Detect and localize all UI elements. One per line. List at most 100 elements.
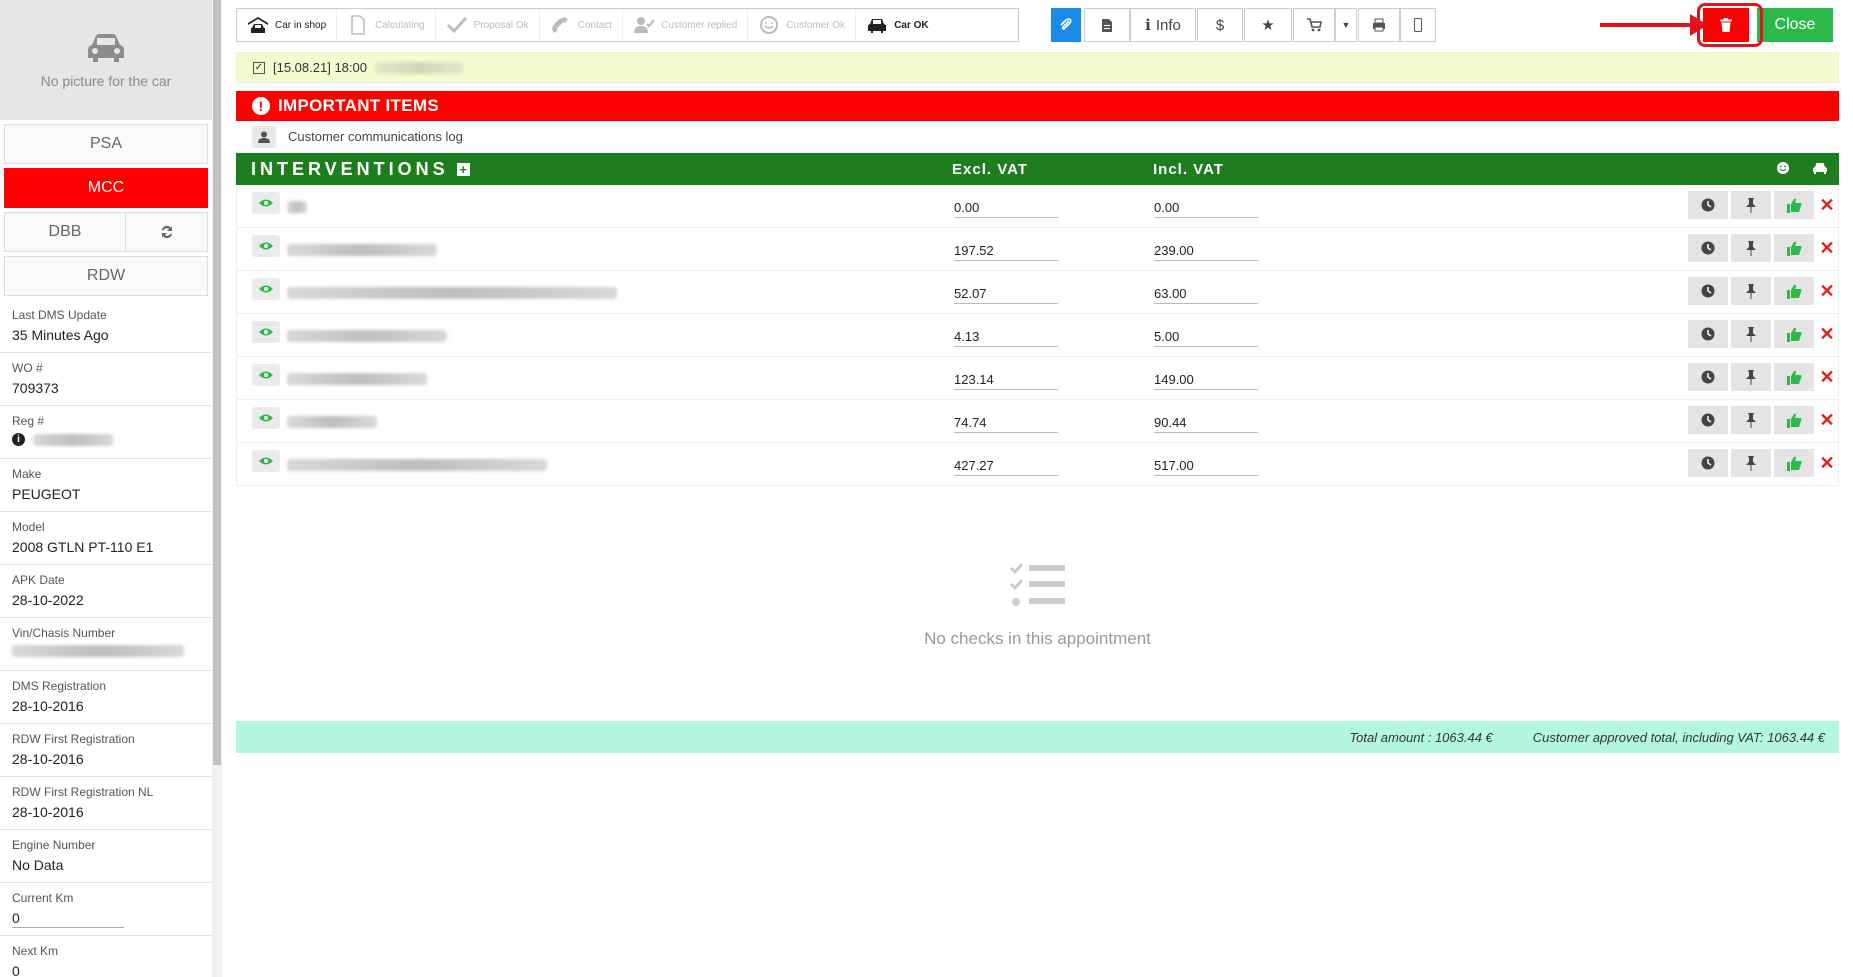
- print-button[interactable]: [1358, 8, 1400, 42]
- brand-button-psa[interactable]: PSA: [4, 124, 208, 164]
- scrollbar-thumb[interactable]: [213, 0, 221, 765]
- visibility-toggle[interactable]: [252, 235, 280, 257]
- step-proposal-ok[interactable]: Proposal Ok: [436, 9, 540, 41]
- pin-button[interactable]: [1731, 449, 1771, 477]
- close-button[interactable]: Close: [1757, 8, 1833, 42]
- important-items-header: ! IMPORTANT ITEMS: [236, 91, 1839, 121]
- info-button[interactable]: i Info: [1130, 8, 1196, 42]
- incl-vat-input[interactable]: 5.00: [1154, 325, 1258, 347]
- total-amount: Total amount : 1063.44 €: [1349, 729, 1493, 745]
- snooze-button[interactable]: [1688, 449, 1728, 477]
- approve-button[interactable]: [1774, 406, 1814, 434]
- step-contact[interactable]: Contact: [540, 9, 624, 41]
- step-car-ok[interactable]: Car OK: [856, 9, 938, 41]
- pin-button[interactable]: [1731, 234, 1771, 262]
- visibility-toggle[interactable]: [252, 450, 280, 472]
- snooze-button[interactable]: [1688, 320, 1728, 348]
- incl-vat-input[interactable]: 149.00: [1154, 368, 1258, 390]
- visibility-toggle[interactable]: [252, 407, 280, 429]
- next-km-field[interactable]: 0: [12, 963, 200, 977]
- visibility-toggle[interactable]: [252, 321, 280, 343]
- visibility-toggle[interactable]: [252, 278, 280, 300]
- step-customer-replied[interactable]: Customer replied: [623, 9, 749, 41]
- excl-vat-input[interactable]: 52.07: [954, 282, 1058, 304]
- excl-vat-input[interactable]: 74.74: [954, 411, 1058, 433]
- no-checks-section: No checks in this appointment: [236, 562, 1839, 649]
- step-car-in-shop[interactable]: Car in shop: [237, 9, 338, 41]
- info-circle-icon[interactable]: i: [12, 433, 25, 446]
- smile-icon: [1777, 162, 1789, 174]
- approve-button[interactable]: [1774, 191, 1814, 219]
- cart-dropdown-button[interactable]: ▼: [1335, 8, 1357, 42]
- excl-vat-input[interactable]: 427.27: [954, 454, 1058, 476]
- appointment-checkbox[interactable]: ✓: [253, 61, 265, 74]
- step-calculating[interactable]: Calculating: [337, 9, 436, 41]
- redacted-intervention-description: [287, 373, 427, 385]
- current-km-input[interactable]: 0: [12, 910, 124, 928]
- pin-button[interactable]: [1731, 191, 1771, 219]
- info-value: 28-10-2016: [12, 751, 84, 767]
- snooze-button[interactable]: [1688, 191, 1728, 219]
- document-button[interactable]: [1084, 8, 1130, 42]
- incl-vat-input[interactable]: 0.00: [1154, 196, 1258, 218]
- info-label: RDW First Registration NL: [12, 785, 154, 799]
- cart-button[interactable]: [1293, 8, 1335, 42]
- brand-button-dbb[interactable]: DBB: [4, 212, 126, 252]
- info-label: Vin/Chasis Number: [12, 626, 116, 640]
- remove-intervention-button[interactable]: ✕: [1814, 449, 1840, 477]
- excl-vat-input[interactable]: 0.00: [954, 196, 1058, 218]
- paperclip-icon: [1060, 18, 1072, 30]
- add-intervention-icon[interactable]: +: [456, 162, 470, 176]
- remove-intervention-button[interactable]: ✕: [1814, 191, 1840, 219]
- visibility-toggle[interactable]: [252, 192, 280, 214]
- customer-communications-log[interactable]: Customer communications log: [236, 121, 1839, 153]
- sidebar-scrollbar[interactable]: [212, 0, 222, 977]
- info-value: 28-10-2016: [12, 698, 84, 714]
- car-icon: [1813, 163, 1827, 174]
- excl-vat-input[interactable]: 123.14: [954, 368, 1058, 390]
- pin-button[interactable]: [1731, 406, 1771, 434]
- remove-intervention-button[interactable]: ✕: [1814, 234, 1840, 262]
- snooze-button[interactable]: [1688, 406, 1728, 434]
- dollar-button[interactable]: $: [1197, 8, 1243, 42]
- remove-intervention-button[interactable]: ✕: [1814, 406, 1840, 434]
- refresh-button[interactable]: [126, 212, 208, 252]
- next-km-input[interactable]: 0: [12, 963, 124, 977]
- mobile-button[interactable]: [1400, 8, 1436, 42]
- annotation-arrow: [1600, 14, 1708, 36]
- favorite-button[interactable]: ★: [1244, 8, 1292, 42]
- remove-intervention-button[interactable]: ✕: [1814, 320, 1840, 348]
- snooze-button[interactable]: [1688, 277, 1728, 305]
- incl-vat-input[interactable]: 90.44: [1154, 411, 1258, 433]
- approve-button[interactable]: [1774, 277, 1814, 305]
- pin-button[interactable]: [1731, 363, 1771, 391]
- brand-button-mcc[interactable]: MCC: [4, 168, 208, 208]
- remove-intervention-button[interactable]: ✕: [1814, 277, 1840, 305]
- car-icon: [868, 19, 887, 33]
- step-label: Contact: [577, 19, 613, 31]
- sidebar: No picture for the car PSA MCC DBB RDW L…: [0, 0, 212, 977]
- pin-button[interactable]: [1731, 277, 1771, 305]
- approve-button[interactable]: [1774, 320, 1814, 348]
- approve-button[interactable]: [1774, 449, 1814, 477]
- step-customer-ok[interactable]: Customer Ok: [748, 9, 857, 41]
- current-km-field[interactable]: 0: [12, 910, 200, 928]
- snooze-button[interactable]: [1688, 363, 1728, 391]
- attachment-button[interactable]: [1051, 8, 1081, 42]
- excl-vat-header: Excl. VAT: [952, 160, 1028, 178]
- visibility-toggle[interactable]: [252, 364, 280, 386]
- incl-vat-header: Incl. VAT: [1153, 160, 1224, 178]
- approve-button[interactable]: [1774, 234, 1814, 262]
- excl-vat-input[interactable]: 197.52: [954, 239, 1058, 261]
- incl-vat-input[interactable]: 63.00: [1154, 282, 1258, 304]
- brand-button-rdw[interactable]: RDW: [4, 256, 208, 296]
- excl-vat-input[interactable]: 4.13: [954, 325, 1058, 347]
- approve-button[interactable]: [1774, 363, 1814, 391]
- remove-intervention-button[interactable]: ✕: [1814, 363, 1840, 391]
- pin-button[interactable]: [1731, 320, 1771, 348]
- file-icon: [1102, 18, 1112, 32]
- snooze-button[interactable]: [1688, 234, 1728, 262]
- main-content: ✓ [15.08.21] 18:00 ! IMPORTANT ITEMS Cus…: [236, 52, 1840, 753]
- incl-vat-input[interactable]: 239.00: [1154, 239, 1258, 261]
- incl-vat-input[interactable]: 517.00: [1154, 454, 1258, 476]
